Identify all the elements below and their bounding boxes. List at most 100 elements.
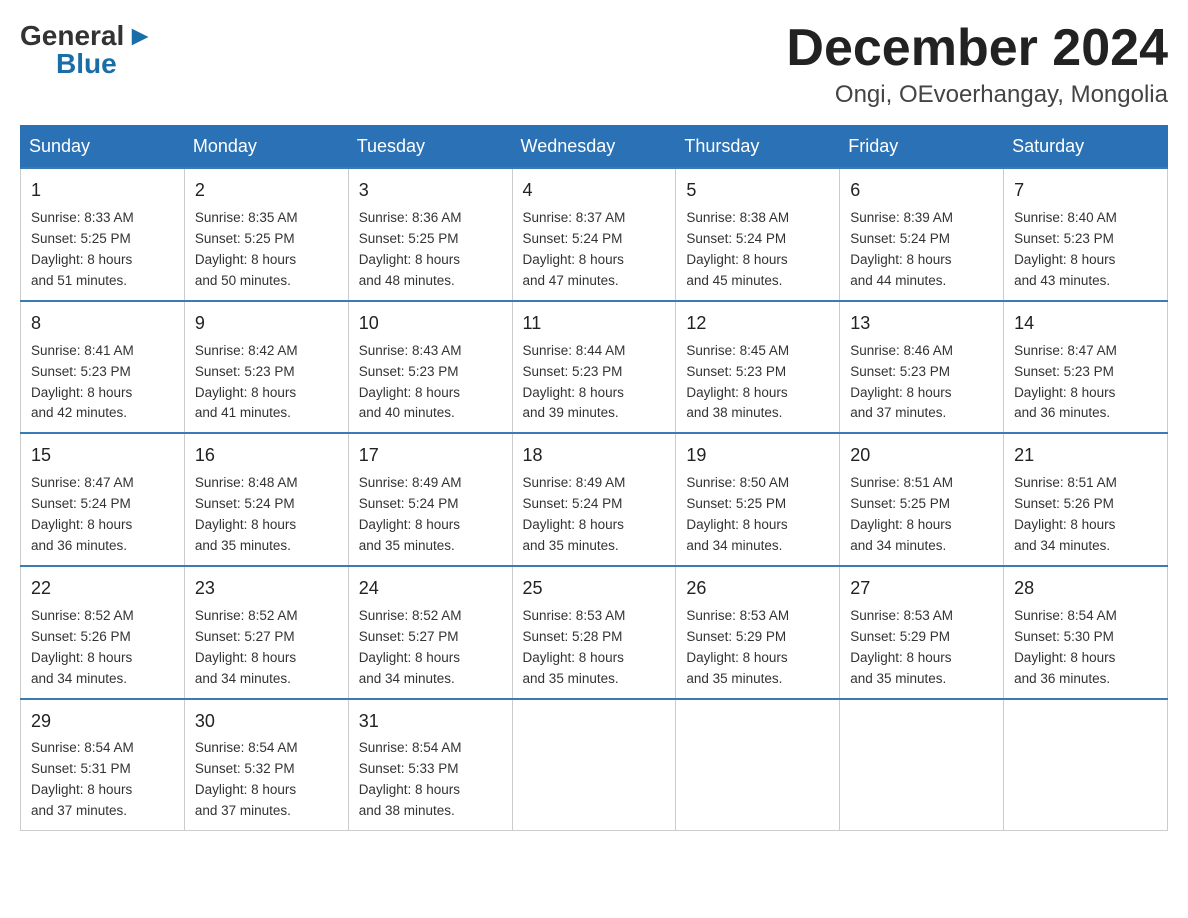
day-info: Sunrise: 8:35 AM Sunset: 5:25 PM Dayligh… [195, 210, 298, 288]
day-info: Sunrise: 8:47 AM Sunset: 5:23 PM Dayligh… [1014, 343, 1117, 421]
day-number: 3 [359, 177, 502, 205]
day-info: Sunrise: 8:40 AM Sunset: 5:23 PM Dayligh… [1014, 210, 1117, 288]
day-number: 14 [1014, 310, 1157, 338]
day-number: 9 [195, 310, 338, 338]
day-info: Sunrise: 8:52 AM Sunset: 5:27 PM Dayligh… [359, 608, 462, 686]
calendar-cell: 28 Sunrise: 8:54 AM Sunset: 5:30 PM Dayl… [1004, 566, 1168, 699]
day-number: 31 [359, 708, 502, 736]
calendar-cell: 31 Sunrise: 8:54 AM Sunset: 5:33 PM Dayl… [348, 699, 512, 831]
day-number: 10 [359, 310, 502, 338]
calendar-cell: 17 Sunrise: 8:49 AM Sunset: 5:24 PM Dayl… [348, 433, 512, 566]
calendar-header-friday: Friday [840, 126, 1004, 169]
day-number: 19 [686, 442, 829, 470]
day-info: Sunrise: 8:54 AM Sunset: 5:32 PM Dayligh… [195, 740, 298, 818]
calendar-cell: 30 Sunrise: 8:54 AM Sunset: 5:32 PM Dayl… [184, 699, 348, 831]
location-title: Ongi, OEvoerhangay, Mongolia [786, 81, 1168, 109]
day-number: 7 [1014, 177, 1157, 205]
day-number: 2 [195, 177, 338, 205]
day-info: Sunrise: 8:42 AM Sunset: 5:23 PM Dayligh… [195, 343, 298, 421]
day-info: Sunrise: 8:44 AM Sunset: 5:23 PM Dayligh… [523, 343, 626, 421]
calendar-cell: 20 Sunrise: 8:51 AM Sunset: 5:25 PM Dayl… [840, 433, 1004, 566]
day-info: Sunrise: 8:53 AM Sunset: 5:29 PM Dayligh… [686, 608, 789, 686]
calendar-cell: 21 Sunrise: 8:51 AM Sunset: 5:26 PM Dayl… [1004, 433, 1168, 566]
calendar-week-4: 22 Sunrise: 8:52 AM Sunset: 5:26 PM Dayl… [21, 566, 1168, 699]
day-number: 8 [31, 310, 174, 338]
calendar-cell: 4 Sunrise: 8:37 AM Sunset: 5:24 PM Dayli… [512, 168, 676, 301]
day-info: Sunrise: 8:54 AM Sunset: 5:31 PM Dayligh… [31, 740, 134, 818]
day-info: Sunrise: 8:47 AM Sunset: 5:24 PM Dayligh… [31, 475, 134, 553]
calendar-cell: 1 Sunrise: 8:33 AM Sunset: 5:25 PM Dayli… [21, 168, 185, 301]
day-number: 22 [31, 575, 174, 603]
calendar-table: SundayMondayTuesdayWednesdayThursdayFrid… [20, 125, 1168, 831]
day-number: 30 [195, 708, 338, 736]
day-info: Sunrise: 8:49 AM Sunset: 5:24 PM Dayligh… [359, 475, 462, 553]
calendar-cell: 24 Sunrise: 8:52 AM Sunset: 5:27 PM Dayl… [348, 566, 512, 699]
day-info: Sunrise: 8:36 AM Sunset: 5:25 PM Dayligh… [359, 210, 462, 288]
calendar-cell: 19 Sunrise: 8:50 AM Sunset: 5:25 PM Dayl… [676, 433, 840, 566]
day-info: Sunrise: 8:37 AM Sunset: 5:24 PM Dayligh… [523, 210, 626, 288]
calendar-cell: 11 Sunrise: 8:44 AM Sunset: 5:23 PM Dayl… [512, 301, 676, 434]
calendar-cell: 27 Sunrise: 8:53 AM Sunset: 5:29 PM Dayl… [840, 566, 1004, 699]
calendar-header-tuesday: Tuesday [348, 126, 512, 169]
day-info: Sunrise: 8:39 AM Sunset: 5:24 PM Dayligh… [850, 210, 953, 288]
logo-blue-text: Blue [56, 48, 117, 80]
day-number: 26 [686, 575, 829, 603]
calendar-cell: 8 Sunrise: 8:41 AM Sunset: 5:23 PM Dayli… [21, 301, 185, 434]
calendar-header-thursday: Thursday [676, 126, 840, 169]
day-number: 28 [1014, 575, 1157, 603]
day-info: Sunrise: 8:33 AM Sunset: 5:25 PM Dayligh… [31, 210, 134, 288]
day-number: 21 [1014, 442, 1157, 470]
day-number: 6 [850, 177, 993, 205]
day-info: Sunrise: 8:49 AM Sunset: 5:24 PM Dayligh… [523, 475, 626, 553]
day-info: Sunrise: 8:53 AM Sunset: 5:29 PM Dayligh… [850, 608, 953, 686]
calendar-cell: 10 Sunrise: 8:43 AM Sunset: 5:23 PM Dayl… [348, 301, 512, 434]
calendar-cell: 18 Sunrise: 8:49 AM Sunset: 5:24 PM Dayl… [512, 433, 676, 566]
calendar-cell [512, 699, 676, 831]
day-info: Sunrise: 8:41 AM Sunset: 5:23 PM Dayligh… [31, 343, 134, 421]
calendar-week-5: 29 Sunrise: 8:54 AM Sunset: 5:31 PM Dayl… [21, 699, 1168, 831]
calendar-cell: 29 Sunrise: 8:54 AM Sunset: 5:31 PM Dayl… [21, 699, 185, 831]
day-info: Sunrise: 8:54 AM Sunset: 5:33 PM Dayligh… [359, 740, 462, 818]
calendar-cell: 7 Sunrise: 8:40 AM Sunset: 5:23 PM Dayli… [1004, 168, 1168, 301]
calendar-week-2: 8 Sunrise: 8:41 AM Sunset: 5:23 PM Dayli… [21, 301, 1168, 434]
day-info: Sunrise: 8:52 AM Sunset: 5:27 PM Dayligh… [195, 608, 298, 686]
logo: General ► Blue [20, 20, 154, 80]
day-number: 18 [523, 442, 666, 470]
day-number: 1 [31, 177, 174, 205]
day-info: Sunrise: 8:45 AM Sunset: 5:23 PM Dayligh… [686, 343, 789, 421]
calendar-header-monday: Monday [184, 126, 348, 169]
page-header: General ► Blue December 2024 Ongi, OEvoe… [20, 20, 1168, 109]
day-number: 17 [359, 442, 502, 470]
day-info: Sunrise: 8:43 AM Sunset: 5:23 PM Dayligh… [359, 343, 462, 421]
day-info: Sunrise: 8:38 AM Sunset: 5:24 PM Dayligh… [686, 210, 789, 288]
day-info: Sunrise: 8:53 AM Sunset: 5:28 PM Dayligh… [523, 608, 626, 686]
title-block: December 2024 Ongi, OEvoerhangay, Mongol… [786, 20, 1168, 109]
calendar-week-3: 15 Sunrise: 8:47 AM Sunset: 5:24 PM Dayl… [21, 433, 1168, 566]
calendar-cell: 9 Sunrise: 8:42 AM Sunset: 5:23 PM Dayli… [184, 301, 348, 434]
day-info: Sunrise: 8:51 AM Sunset: 5:25 PM Dayligh… [850, 475, 953, 553]
day-info: Sunrise: 8:52 AM Sunset: 5:26 PM Dayligh… [31, 608, 134, 686]
calendar-cell: 5 Sunrise: 8:38 AM Sunset: 5:24 PM Dayli… [676, 168, 840, 301]
day-info: Sunrise: 8:46 AM Sunset: 5:23 PM Dayligh… [850, 343, 953, 421]
calendar-header-wednesday: Wednesday [512, 126, 676, 169]
day-number: 25 [523, 575, 666, 603]
day-info: Sunrise: 8:48 AM Sunset: 5:24 PM Dayligh… [195, 475, 298, 553]
calendar-cell [1004, 699, 1168, 831]
day-number: 24 [359, 575, 502, 603]
day-number: 11 [523, 310, 666, 338]
calendar-cell: 23 Sunrise: 8:52 AM Sunset: 5:27 PM Dayl… [184, 566, 348, 699]
calendar-header-sunday: Sunday [21, 126, 185, 169]
logo-arrow-icon: ► [126, 20, 154, 52]
calendar-cell [676, 699, 840, 831]
calendar-cell: 22 Sunrise: 8:52 AM Sunset: 5:26 PM Dayl… [21, 566, 185, 699]
day-info: Sunrise: 8:50 AM Sunset: 5:25 PM Dayligh… [686, 475, 789, 553]
calendar-cell: 12 Sunrise: 8:45 AM Sunset: 5:23 PM Dayl… [676, 301, 840, 434]
calendar-cell: 15 Sunrise: 8:47 AM Sunset: 5:24 PM Dayl… [21, 433, 185, 566]
day-number: 29 [31, 708, 174, 736]
calendar-header-saturday: Saturday [1004, 126, 1168, 169]
calendar-week-1: 1 Sunrise: 8:33 AM Sunset: 5:25 PM Dayli… [21, 168, 1168, 301]
day-number: 15 [31, 442, 174, 470]
calendar-header-row: SundayMondayTuesdayWednesdayThursdayFrid… [21, 126, 1168, 169]
calendar-cell [840, 699, 1004, 831]
month-title: December 2024 [786, 20, 1168, 77]
